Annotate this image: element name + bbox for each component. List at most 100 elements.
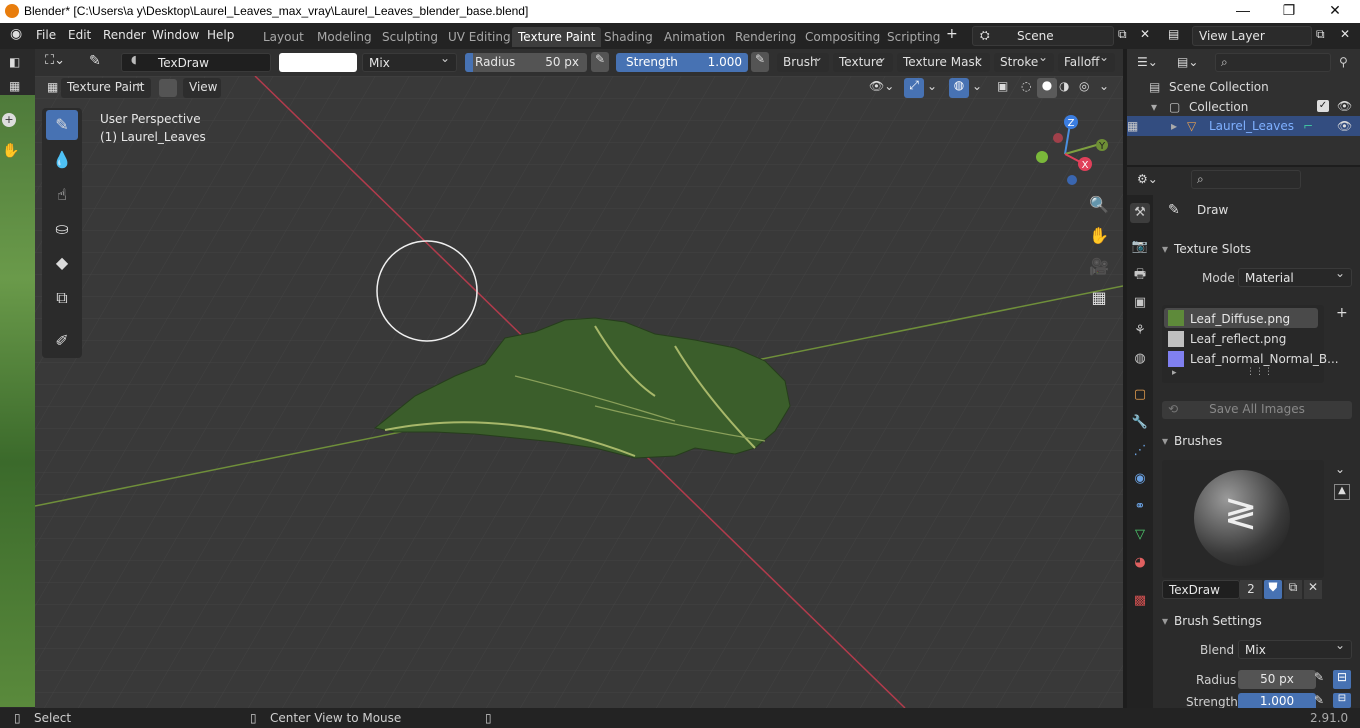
gizmo-dropdown-icon[interactable]: ⌄ [927,79,937,93]
overlays-dropdown-icon[interactable]: ⌄ [972,79,982,93]
object-tab-icon[interactable]: ▢ [1130,385,1150,405]
brush-blend-dropdown[interactable]: Mix [1238,638,1352,659]
mode-dropdown[interactable]: Texture Paint [61,76,151,98]
tab-rendering[interactable]: Rendering [729,27,802,47]
texture-mask-menu[interactable]: Texture Mask [897,50,990,72]
texture-slot-item[interactable]: Leaf_normal_Normal_B... [1190,352,1339,366]
strength-unit-icon[interactable]: ⊟ [1333,693,1351,708]
wireframe-shading-icon[interactable]: ◌ [1021,79,1031,93]
object-expand-icon[interactable]: ▸ [1171,119,1177,133]
ortho-grid-icon[interactable]: ▦ [1087,286,1111,310]
fake-user-shield-icon[interactable]: ⛊ [1264,580,1282,599]
brush-datablock-name[interactable]: TexDraw [1162,580,1240,599]
tab-scripting[interactable]: Scripting [881,27,946,47]
new-view-layer-icon[interactable]: ⧉ [1316,27,1325,42]
collection-label[interactable]: Collection [1189,100,1248,114]
brush-image-icon[interactable]: ▲ [1334,484,1350,500]
physics-tab-icon[interactable]: ◉ [1130,469,1150,489]
brushes-panel-header[interactable]: ▾ Brushes [1158,430,1356,452]
menu-help[interactable]: Help [207,28,234,42]
tab-layout[interactable]: Layout [257,27,310,47]
mask-toggle[interactable] [159,79,177,97]
remove-view-layer-icon[interactable]: ✕ [1340,27,1350,41]
radius-pressure-icon[interactable]: ✎ [1314,670,1324,684]
world-tab-icon[interactable]: ◍ [1130,349,1150,369]
particles-tab-icon[interactable]: ⋰ [1130,441,1150,461]
brush-name-field[interactable]: TexDraw [121,53,271,72]
3d-viewport[interactable]: ▦ Texture Paint View 👁⌄ ⤢ ⌄ ◍ ⌄ ▣ ◌ ● ◑ … [35,76,1123,708]
radius-pressure-icon[interactable]: ✎ [591,52,609,72]
brush-color-swatch[interactable] [279,53,357,72]
remove-scene-icon[interactable]: ✕ [1140,27,1150,41]
texture-slots-panel-header[interactable]: ▾ Texture Slots [1158,238,1356,260]
hand-icon[interactable]: ✋ [2,143,19,159]
editor-type-icon[interactable]: ⛶⌄ [45,53,65,68]
brush-users-count[interactable]: 2 [1240,580,1262,599]
properties-type-icon[interactable]: ⚙⌄ [1137,172,1158,186]
outliner-type-icon[interactable]: ☰⌄ [1137,55,1158,69]
output-tab-icon[interactable]: 🖶 [1130,265,1150,285]
shading-dropdown-icon[interactable]: ⌄ [1099,79,1109,93]
visibility-icon[interactable]: 👁⌄ [869,79,894,93]
brush-strength-slider[interactable]: 1.000 [1238,693,1316,708]
brush-menu[interactable]: Brush [777,50,829,72]
texture-mode-dropdown[interactable]: Material [1238,266,1352,287]
view-layer-tab-icon[interactable]: ▣ [1130,293,1150,313]
camera-icon[interactable]: 🎥 [1087,255,1111,279]
radius-unit-icon[interactable]: ⊟ [1333,670,1351,689]
constraints-tab-icon[interactable]: ⚭ [1130,497,1150,517]
filter-icon[interactable]: ⚲ [1339,55,1348,69]
strength-pressure-icon[interactable]: ✎ [751,52,769,72]
xray-icon[interactable]: ▣ [997,79,1008,93]
smear-tool-icon[interactable]: ☝ [46,180,78,210]
render-tab-icon[interactable]: 📷 [1130,237,1150,257]
tab-shading[interactable]: Shading [598,27,659,47]
view-layer-selector[interactable]: View Layer [1192,26,1312,46]
blend-dropdown[interactable]: Mix [362,51,457,72]
material-shading-icon[interactable]: ◑ [1059,79,1069,93]
blender-menu-icon[interactable]: ◉ [10,26,22,42]
mask-tool-icon[interactable]: ⧉ [46,283,78,313]
tab-animation[interactable]: Animation [658,27,731,47]
view-menu[interactable]: View [183,78,221,98]
texture-slot-item[interactable]: Leaf_reflect.png [1190,332,1286,346]
strength-pressure-icon[interactable]: ✎ [1314,693,1324,707]
unlink-brush-icon[interactable]: ✕ [1304,580,1322,599]
maximize-icon[interactable]: ❐ [1266,2,1312,19]
menu-render[interactable]: Render [103,28,146,42]
list-expand-icon[interactable]: ▸ [1172,368,1177,378]
solid-shading-icon[interactable]: ● [1037,78,1057,98]
scene-collection-label[interactable]: Scene Collection [1169,80,1269,94]
collection-visibility-icon[interactable]: 👁 [1337,99,1352,113]
outliner-search-input[interactable] [1215,53,1331,72]
strength-slider[interactable]: Strength 1.000 [616,53,748,72]
tab-modeling[interactable]: Modeling [311,27,378,47]
minimize-icon[interactable]: — [1220,2,1266,18]
material-tab-icon[interactable]: ◕ [1130,553,1150,573]
stroke-menu[interactable]: Stroke [994,50,1054,72]
overlays-toggle-icon[interactable]: ◍ [949,78,969,98]
add-slot-icon[interactable]: + [1336,305,1348,321]
properties-search-input[interactable] [1191,170,1301,189]
list-resize-handle[interactable]: ⋮⋮⋮ [1246,367,1273,377]
display-mode-icon[interactable]: ▤⌄ [1177,55,1198,69]
object-label[interactable]: Laurel_Leaves [1209,119,1294,133]
collection-expand-icon[interactable]: ▾ [1151,100,1157,114]
new-scene-icon[interactable]: ⧉ [1118,27,1127,42]
texture-slot-item[interactable]: Leaf_Diffuse.png [1190,312,1290,326]
texture-tab-icon[interactable]: ▩ [1130,591,1150,611]
add-workspace-icon[interactable]: + [946,26,958,42]
tab-compositing[interactable]: Compositing [799,27,886,47]
fill-tool-icon[interactable]: ◆ [46,248,78,278]
save-all-images-button[interactable]: Save All Images [1162,401,1352,419]
object-visibility-icon[interactable]: 👁 [1337,119,1352,133]
zoom-icon[interactable]: 🔍 [1087,193,1111,217]
zoom-plus-icon[interactable]: + [2,113,16,127]
tab-uv-editing[interactable]: UV Editing [442,27,517,47]
falloff-menu[interactable]: Falloff [1058,50,1115,72]
gizmo-toggle-icon[interactable]: ⤢ [904,78,924,98]
menu-edit[interactable]: Edit [68,28,91,42]
image-mode-icon[interactable]: ▦ [9,79,20,93]
tool-tab-icon[interactable]: ⚒ [1130,203,1150,223]
brush-radius-slider[interactable]: 50 px [1238,670,1316,689]
